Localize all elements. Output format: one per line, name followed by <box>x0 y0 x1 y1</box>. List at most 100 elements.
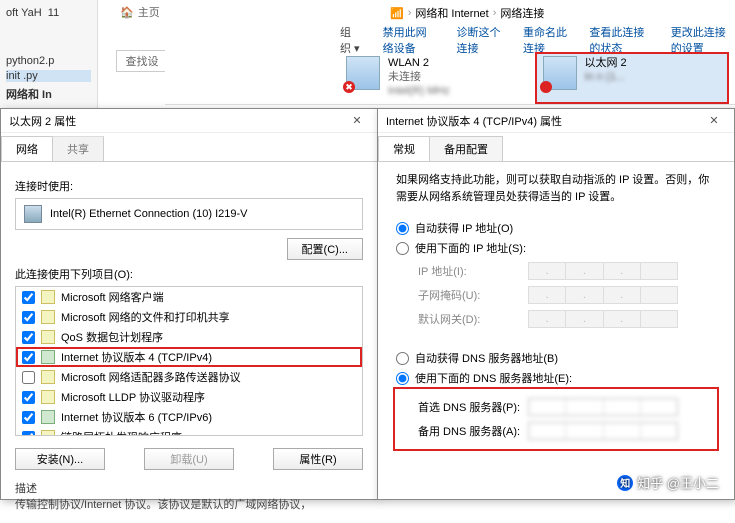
dialog-title: Internet 协议版本 4 (TCP/IPv4) 属性 <box>386 113 562 129</box>
gw-label: 默认网关(D): <box>418 311 528 327</box>
tab-network[interactable]: 网络 <box>1 136 53 161</box>
dns2-label: 备用 DNS 服务器(A): <box>418 423 528 439</box>
protocol-checkbox[interactable] <box>22 351 35 364</box>
adapter-name: WLAN 2 <box>388 56 450 70</box>
protocol-item[interactable]: QoS 数据包计划程序 <box>16 327 362 347</box>
sidebar-item: oft YaH 11 <box>6 7 91 19</box>
crumb[interactable]: 网络连接 <box>500 5 544 21</box>
crumb[interactable]: 网络和 Internet <box>415 5 488 21</box>
sidebar-item: python2.p <box>6 55 91 67</box>
breadcrumb[interactable]: 📶 › 网络和 Internet › 网络连接 <box>390 2 695 24</box>
tab-general[interactable]: 常规 <box>378 136 430 161</box>
properties-button[interactable]: 属性(R) <box>273 448 363 470</box>
protocol-icon <box>41 430 55 436</box>
protocol-item[interactable]: Internet 协议版本 6 (TCP/IPv6) <box>16 407 362 427</box>
protocol-checkbox[interactable] <box>22 371 35 384</box>
ip-label: IP 地址(I): <box>418 263 528 279</box>
adapter-desc: In n (1... <box>585 70 627 84</box>
protocol-icon <box>41 370 55 384</box>
protocol-checkbox[interactable] <box>22 311 35 324</box>
protocol-icon <box>41 310 55 324</box>
dns1-input[interactable] <box>528 398 678 416</box>
configure-button[interactable]: 配置(C)... <box>287 238 363 260</box>
protocol-checkbox[interactable] <box>22 291 35 304</box>
protocol-item[interactable]: Microsoft LLDP 协议驱动程序 <box>16 387 362 407</box>
sidebar-section: 网络和 In <box>6 86 91 102</box>
ip-input: ... <box>528 262 678 280</box>
tb-disable[interactable]: 禁用此网络设备 <box>383 24 435 56</box>
gw-input: ... <box>528 310 678 328</box>
adapter-ethernet[interactable]: 以太网 2 In n (1... <box>537 54 728 102</box>
zhihu-icon: 知 <box>617 475 633 491</box>
mask-input: ... <box>528 286 678 304</box>
tab-sharing[interactable]: 共享 <box>52 136 104 161</box>
explorer: 📶 › 网络和 Internet › 网络连接 组织 ▾ 禁用此网络设备 诊断这… <box>165 0 735 105</box>
adapter-name: 以太网 2 <box>585 56 627 70</box>
protocol-icon <box>41 390 55 404</box>
tb-diagnose[interactable]: 诊断这个连接 <box>456 24 500 56</box>
dns1-label: 首选 DNS 服务器(P): <box>418 399 528 415</box>
folder-icon: 📶 <box>390 7 404 20</box>
nic-name: Intel(R) Ethernet Connection (10) I219-V <box>50 208 248 220</box>
protocol-label: Microsoft 网络适配器多路传送器协议 <box>61 369 241 385</box>
radio-label: 自动获得 DNS 服务器地址(B) <box>415 350 558 366</box>
home-tab[interactable]: 🏠 主页 <box>120 4 160 20</box>
close-icon[interactable]: ✕ <box>345 114 369 127</box>
protocol-label: 链路层拓扑发现响应程序 <box>61 429 182 436</box>
protocol-label: Microsoft 网络的文件和打印机共享 <box>61 309 230 325</box>
sidebar-item: init .py <box>6 70 91 82</box>
radio-auto-ip[interactable] <box>396 222 409 235</box>
mask-label: 子网掩码(U): <box>418 287 528 303</box>
toolbar: 组织 ▾ 禁用此网络设备 诊断这个连接 重命名此连接 查看此连接的状态 更改此连… <box>340 28 730 52</box>
tab-alternate[interactable]: 备用配置 <box>429 136 503 161</box>
protocol-label: Microsoft 网络客户端 <box>61 289 164 305</box>
protocol-item[interactable]: Internet 协议版本 4 (TCP/IPv4) <box>16 347 362 367</box>
protocol-item[interactable]: Microsoft 网络客户端 <box>16 287 362 307</box>
protocol-label: QoS 数据包计划程序 <box>61 329 163 345</box>
info-text: 如果网络支持此功能，则可以获取自动指派的 IP 设置。否则，你需要从网络系统管理… <box>396 172 716 206</box>
protocol-item[interactable]: Microsoft 网络适配器多路传送器协议 <box>16 367 362 387</box>
protocol-label: Internet 协议版本 4 (TCP/IPv4) <box>61 349 212 365</box>
adapter-icon <box>346 56 380 90</box>
tb-change[interactable]: 更改此连接的设置 <box>671 24 730 56</box>
uninstall-button[interactable]: 卸载(U) <box>144 448 234 470</box>
protocol-checkbox[interactable] <box>22 411 35 424</box>
protocol-icon <box>41 350 55 364</box>
radio-manual-dns[interactable] <box>396 372 409 385</box>
close-icon[interactable]: ✕ <box>702 114 726 127</box>
tb-rename[interactable]: 重命名此连接 <box>523 24 567 56</box>
protocol-icon <box>41 330 55 344</box>
dns2-input[interactable] <box>528 422 678 440</box>
tb-status[interactable]: 查看此连接的状态 <box>589 24 648 56</box>
protocol-list[interactable]: Microsoft 网络客户端 Microsoft 网络的文件和打印机共享 Qo… <box>15 286 363 436</box>
description-label: 描述 <box>15 480 363 496</box>
connect-using-label: 连接时使用: <box>15 178 363 194</box>
radio-manual-ip[interactable] <box>396 242 409 255</box>
protocol-icon <box>41 410 55 424</box>
organize-menu[interactable]: 组织 ▾ <box>340 24 361 56</box>
uses-items-label: 此连接使用下列项目(O): <box>15 266 363 282</box>
protocol-item[interactable]: 链路层拓扑发现响应程序 <box>16 427 362 436</box>
radio-auto-dns[interactable] <box>396 352 409 365</box>
radio-label: 使用下面的 IP 地址(S): <box>415 240 526 256</box>
protocol-checkbox[interactable] <box>22 331 35 344</box>
adapter-desc: Intel(R) MHz <box>388 84 450 98</box>
adapter-icon <box>543 56 577 90</box>
adapter-wlan[interactable]: WLAN 2 未连接 Intel(R) MHz <box>340 54 531 102</box>
protocol-item[interactable]: Microsoft 网络的文件和打印机共享 <box>16 307 362 327</box>
protocol-icon <box>41 290 55 304</box>
ethernet-properties-dialog: 以太网 2 属性 ✕ 网络 共享 连接时使用: Intel(R) Etherne… <box>0 108 378 500</box>
protocol-checkbox[interactable] <box>22 431 35 437</box>
protocol-checkbox[interactable] <box>22 391 35 404</box>
protocol-label: Internet 协议版本 6 (TCP/IPv6) <box>61 409 212 425</box>
search-box[interactable]: 查找设 <box>116 50 168 72</box>
radio-label: 自动获得 IP 地址(O) <box>415 220 513 236</box>
install-button[interactable]: 安装(N)... <box>15 448 105 470</box>
radio-label: 使用下面的 DNS 服务器地址(E): <box>415 370 572 386</box>
adapter-status: 未连接 <box>388 70 450 84</box>
nic-icon <box>24 205 42 223</box>
dialog-title: 以太网 2 属性 <box>9 113 76 129</box>
watermark: 知知乎 @王小二 <box>617 473 719 492</box>
ipv4-properties-dialog: Internet 协议版本 4 (TCP/IPv4) 属性 ✕ 常规 备用配置 … <box>377 108 735 500</box>
description-text: 传输控制协议/Internet 协议。该协议是默认的广域网络协议， <box>15 498 363 513</box>
